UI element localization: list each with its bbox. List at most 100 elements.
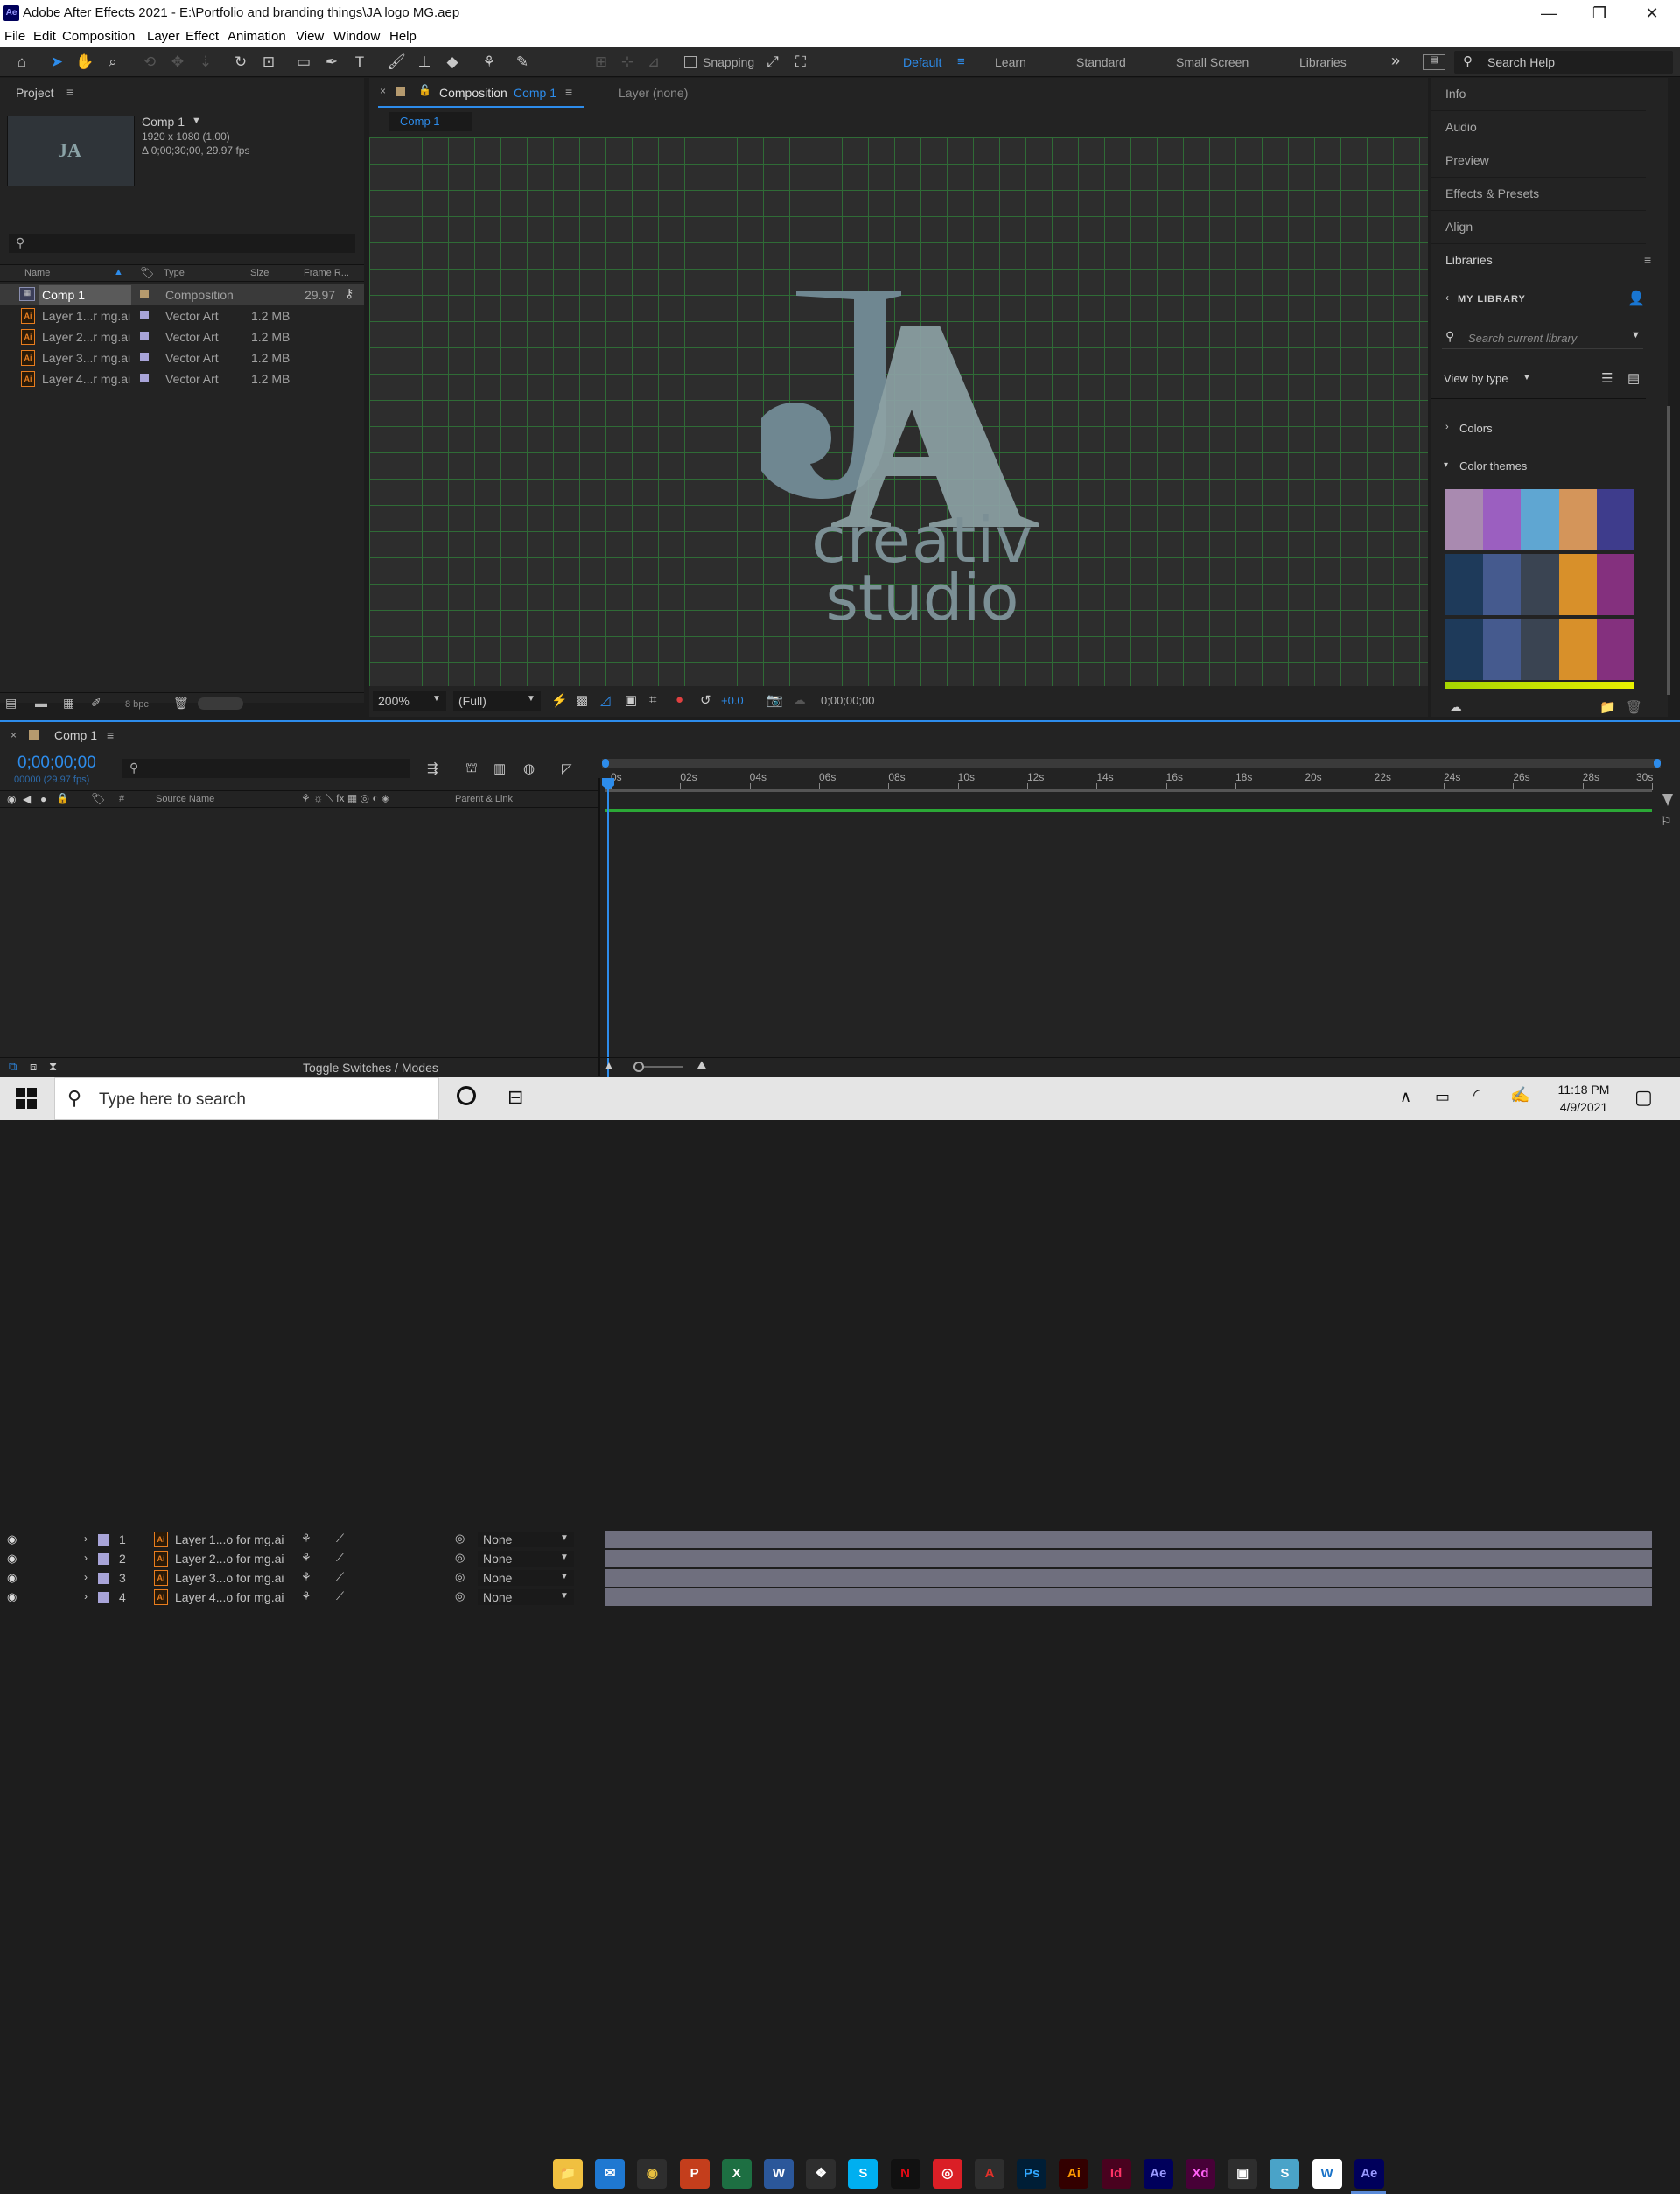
new-folder-icon[interactable]: ▬ [35,696,47,710]
xd-taskbar-icon[interactable]: Xd [1186,2159,1215,2189]
color-theme-item[interactable] [1446,554,1635,615]
layer-source-name[interactable]: Layer 2...o for mg.ai [175,1552,284,1566]
battery-icon[interactable]: ▭ [1435,1088,1450,1106]
label-color-swatch[interactable] [98,1573,109,1584]
pan-camera-icon[interactable]: ✥ [168,53,187,72]
quality-switch-icon[interactable]: ⟋ [336,1551,344,1565]
after-effects-taskbar-icon[interactable]: Ae [1354,2159,1384,2189]
world-axis-icon[interactable]: ⊹ [618,53,637,72]
menu-help[interactable]: Help [389,29,416,44]
layer-source-name[interactable]: Layer 4...o for mg.ai [175,1590,284,1604]
show-snapshot-icon[interactable]: ☁ [793,692,806,708]
local-axis-icon[interactable]: ⊞ [592,53,611,72]
cloud-sync-icon[interactable]: ☁ [1449,699,1462,715]
quality-switch-icon[interactable]: ⟋ [336,1532,344,1546]
layer-tab[interactable]: Layer (none) [619,86,688,100]
parent-dropdown[interactable]: None ▼ [478,1551,574,1567]
task-view-icon[interactable]: ⊟ [508,1086,523,1109]
label-color-swatch[interactable] [98,1592,109,1603]
magnification-dropdown[interactable]: 200% ▼ [373,691,446,711]
mask-visibility-icon[interactable]: ◿ [600,692,611,708]
shy-switch-icon[interactable]: ⚘ [301,1570,312,1584]
pickwhip-icon[interactable]: ◎ [455,1532,465,1546]
layer-duration-bar[interactable] [606,1531,1652,1548]
dropbox-taskbar-icon[interactable]: ❖ [806,2159,836,2189]
libraries-panel-tab[interactable]: Libraries [1432,244,1646,277]
pickwhip-icon[interactable]: ◎ [455,1589,465,1603]
project-panel-title[interactable]: Project [16,86,54,100]
transfer-controls-pane-icon[interactable]: ⧈ [30,1060,37,1074]
label-color-swatch[interactable] [140,332,149,340]
dolly-camera-icon[interactable]: ⇣ [196,53,215,72]
menu-animation[interactable]: Animation [228,29,286,44]
col-frame-rate[interactable]: Frame R... [304,268,349,278]
in-out-pane-icon[interactable]: ⧗ [49,1060,57,1074]
pickwhip-icon[interactable]: ◎ [455,1551,465,1565]
file-explorer-taskbar-icon[interactable]: 📁 [553,2159,583,2189]
clone-stamp-icon[interactable]: ⊥ [415,53,434,72]
panel-splitter[interactable] [598,778,600,1076]
puppet-pin-icon[interactable]: ✎ [513,53,532,72]
store-taskbar-icon[interactable]: ▣ [1228,2159,1258,2189]
layer-duration-bar[interactable] [606,1550,1652,1567]
parent-dropdown[interactable]: None ▼ [478,1570,574,1586]
chevron-down-icon[interactable]: ▼ [1522,373,1531,382]
parent-dropdown[interactable]: None ▼ [478,1589,574,1605]
snapping-checkbox[interactable] [684,56,696,68]
parent-dropdown[interactable]: None ▼ [478,1532,574,1547]
folder-icon[interactable]: 📁 [1600,699,1616,715]
workspace-small-screen[interactable]: Small Screen [1176,55,1249,69]
view-axis-icon[interactable]: ⊿ [644,53,663,72]
effects-presets-panel-tab[interactable]: Effects & Presets [1432,178,1646,211]
hand-tool-icon[interactable]: ✋ [75,53,94,72]
zoom-tool-icon[interactable]: ⌕ [103,53,122,72]
snap-edges-icon[interactable]: ⤢ [763,53,782,72]
label-color-swatch[interactable] [98,1553,109,1565]
snap-features-icon[interactable]: ⛶ [791,53,810,72]
menu-window[interactable]: Window [333,29,380,44]
snapshot-icon[interactable]: 📷 [766,692,783,708]
layer-source-name[interactable]: Layer 1...o for mg.ai [175,1532,284,1546]
cortana-icon[interactable] [457,1086,476,1105]
layer-duration-bar[interactable] [606,1569,1652,1587]
resolution-dropdown[interactable]: (Full) ▼ [453,691,541,711]
timeline-layer-row[interactable]: ◉ › 2 Ai Layer 2...o for mg.ai ⚘ ⟋ ◎ None ▼ [0,1549,599,1568]
align-panel-tab[interactable]: Align [1432,211,1646,244]
shy-switch-icon[interactable]: ⚘ [301,1532,312,1546]
menu-edit[interactable]: Edit [33,29,56,44]
menu-layer[interactable]: Layer [147,29,180,44]
label-color-swatch[interactable] [140,353,149,361]
col-size[interactable]: Size [250,268,269,278]
color-theme-swatch-partial[interactable] [1446,682,1634,689]
eye-visibility-icon[interactable]: ◉ [7,1552,17,1566]
audio-panel-tab[interactable]: Audio [1432,111,1646,144]
wordweb-taskbar-icon[interactable]: W [1312,2159,1342,2189]
rectangle-tool-icon[interactable]: ▭ [294,53,313,72]
workspace-learn[interactable]: Learn [995,55,1026,69]
composition-tab-name[interactable]: Comp 1 [514,86,556,100]
view-by-type-dropdown[interactable]: View by type [1444,372,1508,385]
new-composition-icon[interactable]: ▦ [63,696,74,711]
layer-switches-pane-icon[interactable]: ⧉ [9,1060,17,1074]
eye-visibility-icon[interactable]: ◉ [7,1532,17,1546]
illustrator-taskbar-icon[interactable]: Ai [1059,2159,1089,2189]
expand-chevron-icon[interactable]: › [84,1590,88,1602]
workspace-standard[interactable]: Standard [1076,55,1126,69]
zoom-out-icon[interactable]: ▲ [604,1059,614,1071]
quality-switch-icon[interactable]: ⟋ [336,1589,344,1603]
clock-time[interactable]: 11:18 PM [1549,1083,1619,1097]
layer-duration-bar[interactable] [606,1588,1652,1606]
word-taskbar-icon[interactable]: W [764,2159,794,2189]
powerpoint-taskbar-icon[interactable]: P [679,2159,710,2189]
project-panel-menu-icon[interactable]: ≡ [66,85,74,99]
add-person-icon[interactable]: 👤 [1628,290,1645,307]
reset-exposure-icon[interactable]: ↺ [700,692,711,708]
menu-composition[interactable]: Composition [62,29,135,44]
timeline-layer-row[interactable]: ◉ › 4 Ai Layer 4...o for mg.ai ⚘ ⟋ ◎ None ▼ [0,1588,599,1607]
sort-icon[interactable]: ☰ [1601,370,1613,386]
grid-guides-icon[interactable]: ⌗ [649,692,656,707]
workspace-default[interactable]: Default [903,55,942,69]
pickwhip-icon[interactable]: ◎ [455,1570,465,1584]
close-tab-icon[interactable]: × [380,85,386,97]
color-themes-section[interactable]: Color themes [1460,459,1527,473]
